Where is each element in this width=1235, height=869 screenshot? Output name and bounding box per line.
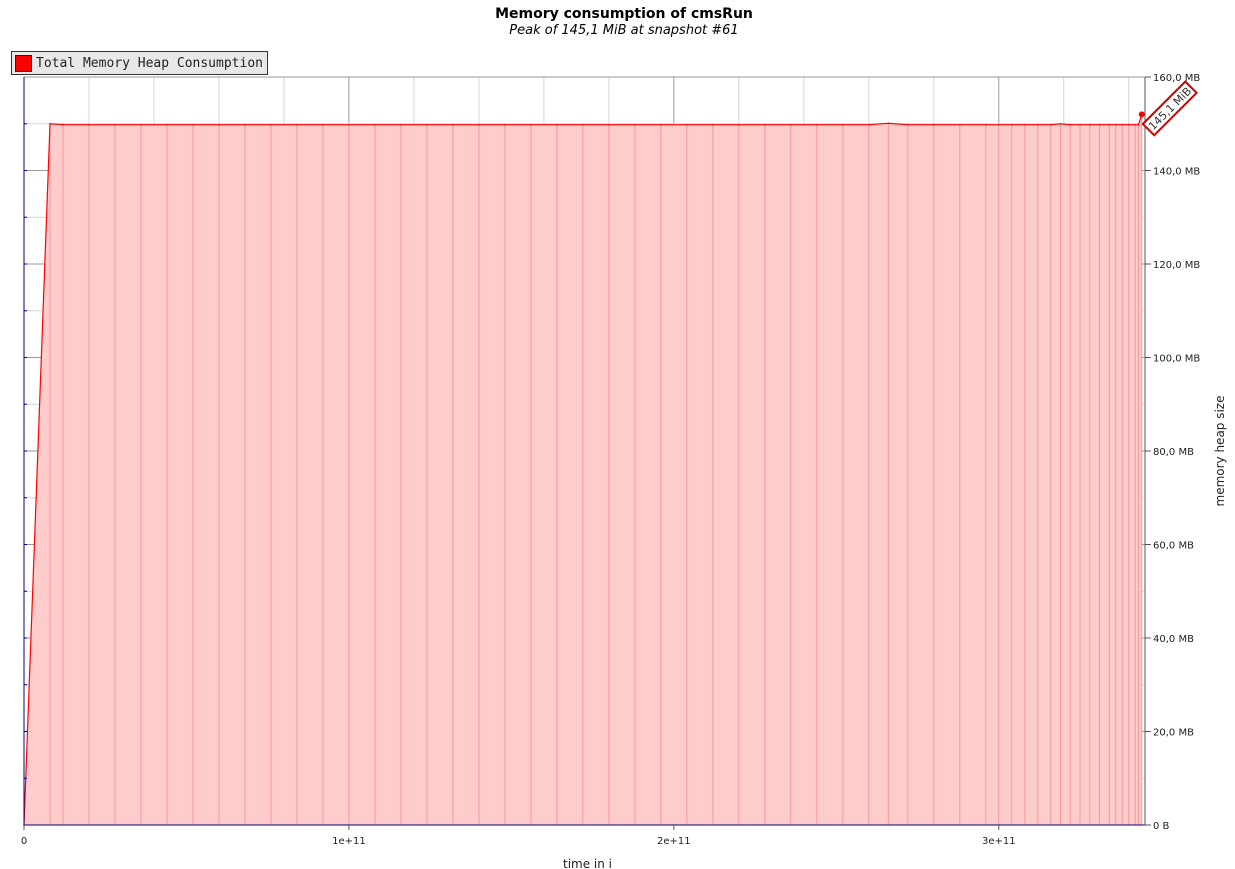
data-point (1121, 123, 1124, 126)
y-tick-label: 60,0 MB (1153, 541, 1194, 552)
data-point (1079, 123, 1081, 126)
data-point (49, 122, 51, 125)
data-point (907, 123, 909, 126)
data-point (400, 123, 402, 126)
data-point (790, 123, 792, 126)
data-point (686, 123, 688, 126)
data-point (140, 123, 142, 126)
data-point (270, 123, 272, 126)
data-point (868, 123, 870, 126)
data-point (634, 123, 636, 126)
y-tick-label: 140,0 MB (1153, 167, 1200, 178)
data-point (738, 123, 740, 126)
data-point (478, 123, 480, 126)
data-point (166, 123, 168, 126)
data-point (958, 123, 961, 126)
y-tick-label: 100,0 MB (1153, 354, 1200, 365)
data-point (1059, 122, 1062, 125)
heap-chart: 0 1e+11 2e+11 3e+11 0 B 20,0 MB 40,0 MB 60,0 MB… (21, 73, 1227, 869)
data-point (62, 123, 64, 126)
x-tick-label: 2e+11 (657, 836, 691, 847)
data-point (244, 123, 246, 126)
peak-annotation-label: 145,1 MiB (1146, 85, 1194, 133)
data-point (1114, 123, 1117, 126)
data-point (887, 122, 890, 125)
x-tick-label: 1e+11 (332, 836, 366, 847)
data-point (1049, 123, 1052, 126)
data-point (1036, 123, 1039, 126)
data-point (608, 123, 610, 126)
data-point (530, 123, 532, 126)
x-tick-label: 0 (21, 836, 27, 847)
data-point (1088, 123, 1091, 126)
data-point (712, 123, 714, 126)
data-point (984, 123, 987, 126)
data-point (932, 123, 935, 126)
data-point[interactable] (1138, 111, 1145, 118)
data-point (556, 123, 558, 126)
data-point (1134, 123, 1137, 126)
data-point (114, 123, 116, 126)
data-point (842, 123, 844, 126)
data-point (1137, 123, 1140, 126)
data-point (660, 123, 662, 126)
data-point (374, 123, 376, 126)
y-tick-label: 160,0 MB (1153, 73, 1200, 84)
data-point (1127, 123, 1130, 126)
data-point (582, 123, 584, 126)
data-point (997, 123, 1000, 126)
data-point (1098, 123, 1101, 126)
data-point (192, 123, 194, 126)
data-point (816, 123, 818, 126)
y-tick-label: 80,0 MB (1153, 447, 1194, 458)
y-tick-label: 20,0 MB (1153, 728, 1194, 739)
data-point (218, 123, 220, 126)
x-axis-label: time in i (563, 857, 612, 869)
y-tick-label: 120,0 MB (1153, 260, 1200, 271)
data-point (1010, 123, 1013, 126)
y-tick-label: 40,0 MB (1153, 634, 1194, 645)
data-point (504, 123, 506, 126)
data-point (1108, 123, 1111, 126)
x-tick-label: 3e+11 (982, 836, 1016, 847)
data-point (296, 123, 298, 126)
peak-annotation[interactable]: 145,1 MiB (1141, 80, 1199, 137)
data-point (764, 123, 766, 126)
data-point (88, 123, 90, 126)
y-axis-label: memory heap size (1213, 396, 1227, 507)
data-point (426, 123, 428, 126)
data-point (1023, 123, 1026, 126)
data-point (452, 123, 454, 126)
data-point (1069, 123, 1072, 126)
data-point (322, 123, 324, 126)
data-point (348, 123, 350, 126)
y-tick-label: 0 B (1153, 821, 1170, 832)
